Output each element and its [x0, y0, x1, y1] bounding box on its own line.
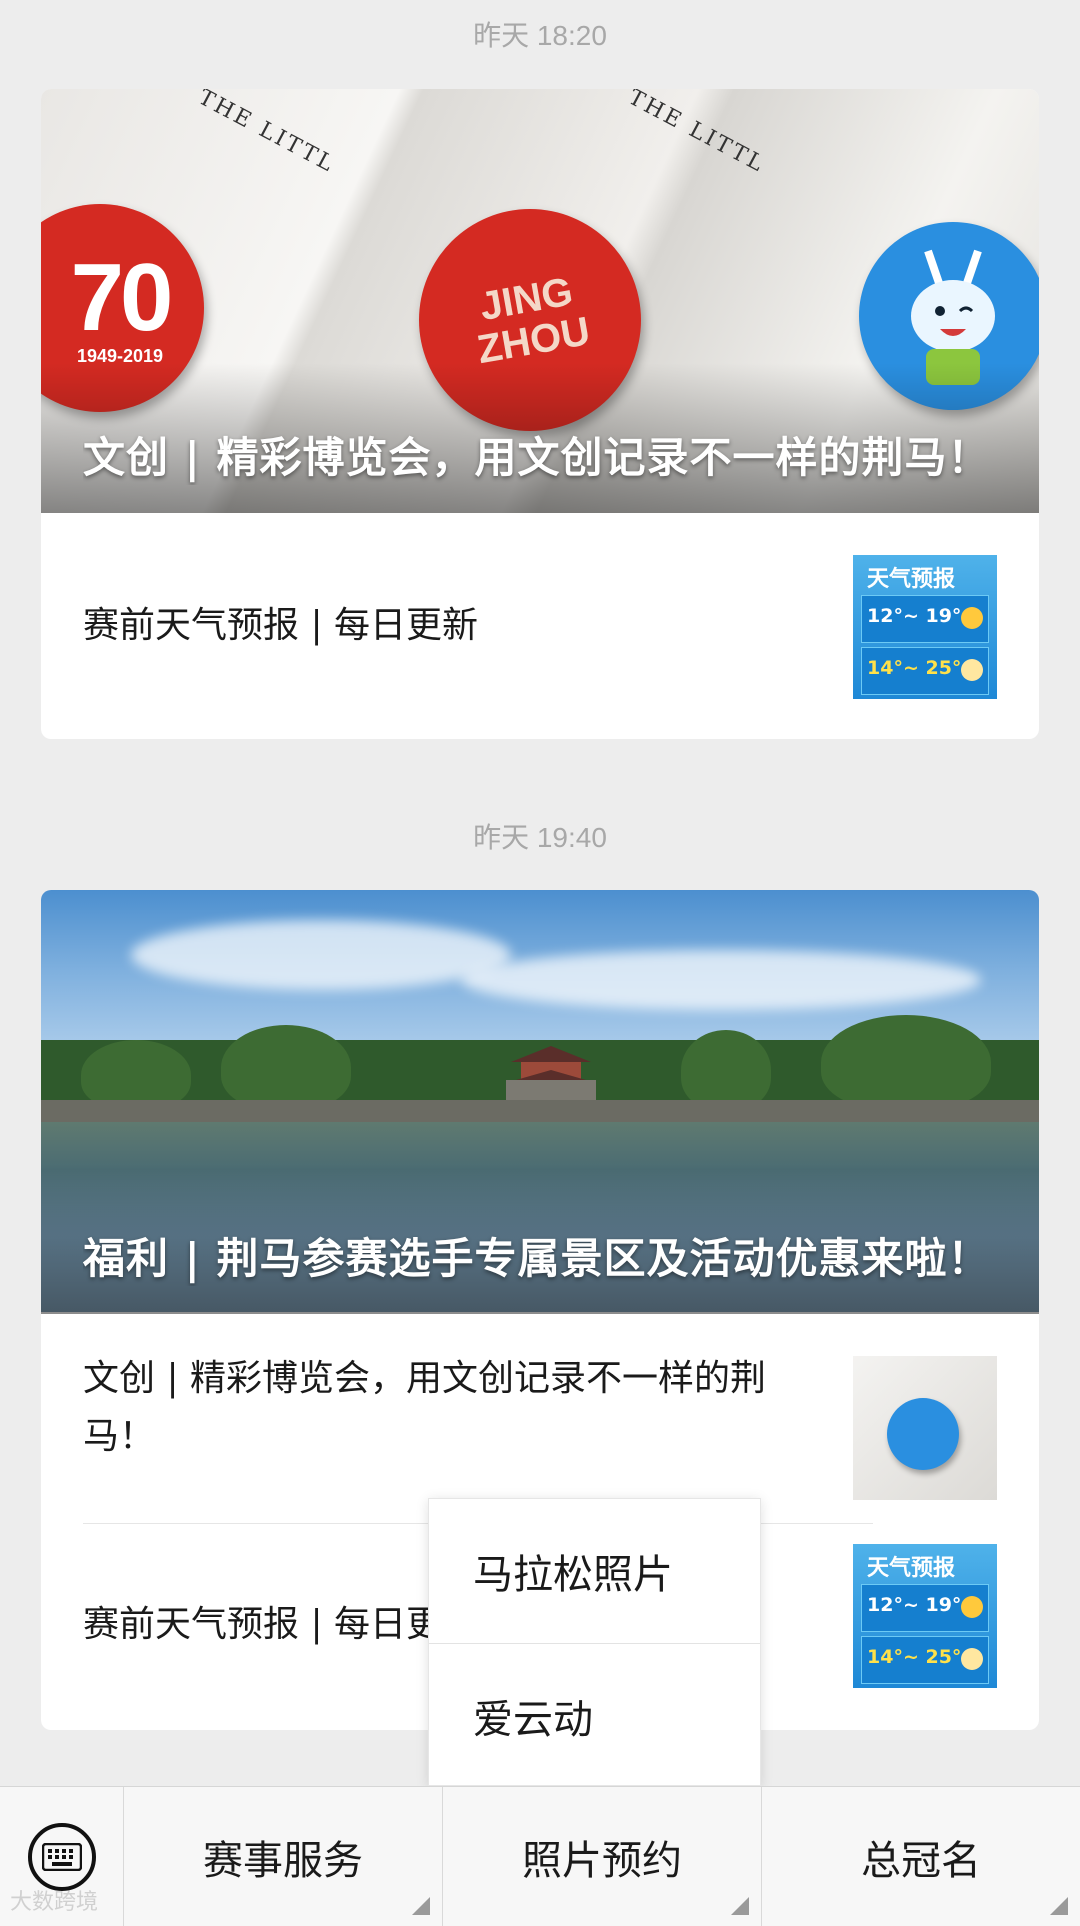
list-item[interactable]: 赛前天气预报 | 每日更新 天气预报 12°~ 19° 14°~ 25° [41, 513, 1039, 739]
sun-icon [961, 1596, 983, 1618]
tree [221, 1025, 351, 1110]
list-item[interactable]: 文创 | 精彩博览会，用文创记录不一样的荆马！ [41, 1314, 1039, 1524]
tower-icon [506, 1046, 596, 1104]
keyboard-icon [27, 1823, 96, 1891]
weather-temp: 12°~ 19° [867, 605, 962, 627]
cover-title[interactable]: 福利 | 荆马参赛选手专属景区及活动优惠来啦！ [83, 1225, 997, 1286]
timestamp: 昨天 18:20 [473, 20, 607, 51]
cloud-decoration [131, 920, 511, 990]
watermark: 大数跨境 [10, 1890, 99, 1915]
weather-title: 天气预报 [867, 1556, 956, 1581]
submenu-indicator-icon [731, 1897, 749, 1915]
article-cover[interactable]: 福利 | 荆马参赛选手专属景区及活动优惠来啦！ [41, 890, 1039, 1314]
badge-70-text: 70 [70, 243, 174, 351]
menu-button-photo-booking[interactable]: 照片预约 [443, 1787, 762, 1926]
menu-item-marathon-photos[interactable]: 马拉松照片 [429, 1499, 760, 1643]
submenu-indicator-icon [412, 1897, 430, 1915]
menu-button-label: 总冠名 [861, 1838, 981, 1884]
submenu-popup: 马拉松照片 爱云动 [428, 1498, 761, 1786]
tree [821, 1015, 991, 1110]
sun-icon [961, 607, 983, 629]
article-card: THE LITTL THE LITTL 70 1949-2019 JING ZH… [41, 89, 1039, 739]
weather-forecast-image: 天气预报 12°~ 19° 14°~ 25° [853, 1544, 997, 1688]
weather-forecast-image: 天气预报 12°~ 19° 14°~ 25° [853, 555, 997, 699]
weather-thumbnail[interactable]: 天气预报 12°~ 19° 14°~ 25° [853, 555, 997, 699]
weather-title: 天气预报 [867, 567, 956, 592]
article-title[interactable]: 文创 | 精彩博览会，用文创记录不一样的荆马！ [83, 1350, 803, 1466]
cover-title[interactable]: 文创 | 精彩博览会，用文创记录不一样的荆马！ [83, 424, 997, 485]
article-cover[interactable]: THE LITTL THE LITTL 70 1949-2019 JING ZH… [41, 89, 1039, 513]
article-title[interactable]: 赛前天气预报 | 每日更新 [83, 597, 843, 655]
bottom-menu-bar: 赛事服务 照片预约 总冠名 大数跨境 [0, 1786, 1080, 1926]
mascot-badge-thumbnail[interactable] [853, 1356, 997, 1500]
weather-temp: 12°~ 19° [867, 1594, 962, 1616]
submenu-indicator-icon [1050, 1897, 1068, 1915]
menu-button-event-services[interactable]: 赛事服务 [124, 1787, 443, 1926]
mascot-badge-icon [887, 1398, 959, 1470]
menu-button-label: 照片预约 [522, 1838, 682, 1884]
city-wall [41, 1100, 1039, 1122]
weather-temp: 14°~ 25° [867, 657, 962, 679]
cloud-decoration [461, 950, 981, 1010]
badge-jingzhou-text: JING ZHOU [474, 269, 594, 373]
weather-temp: 14°~ 25° [867, 1646, 962, 1668]
menu-button-title-sponsor[interactable]: 总冠名 [762, 1787, 1080, 1926]
weather-thumbnail[interactable]: 天气预报 12°~ 19° 14°~ 25° [853, 1544, 997, 1688]
tree [681, 1030, 771, 1110]
timestamp: 昨天 19:40 [473, 822, 607, 853]
menu-button-label: 赛事服务 [203, 1838, 363, 1884]
cloud-sun-icon [961, 659, 983, 681]
menu-item-aiyundong[interactable]: 爱云动 [429, 1643, 760, 1787]
cloud-sun-icon [961, 1648, 983, 1670]
